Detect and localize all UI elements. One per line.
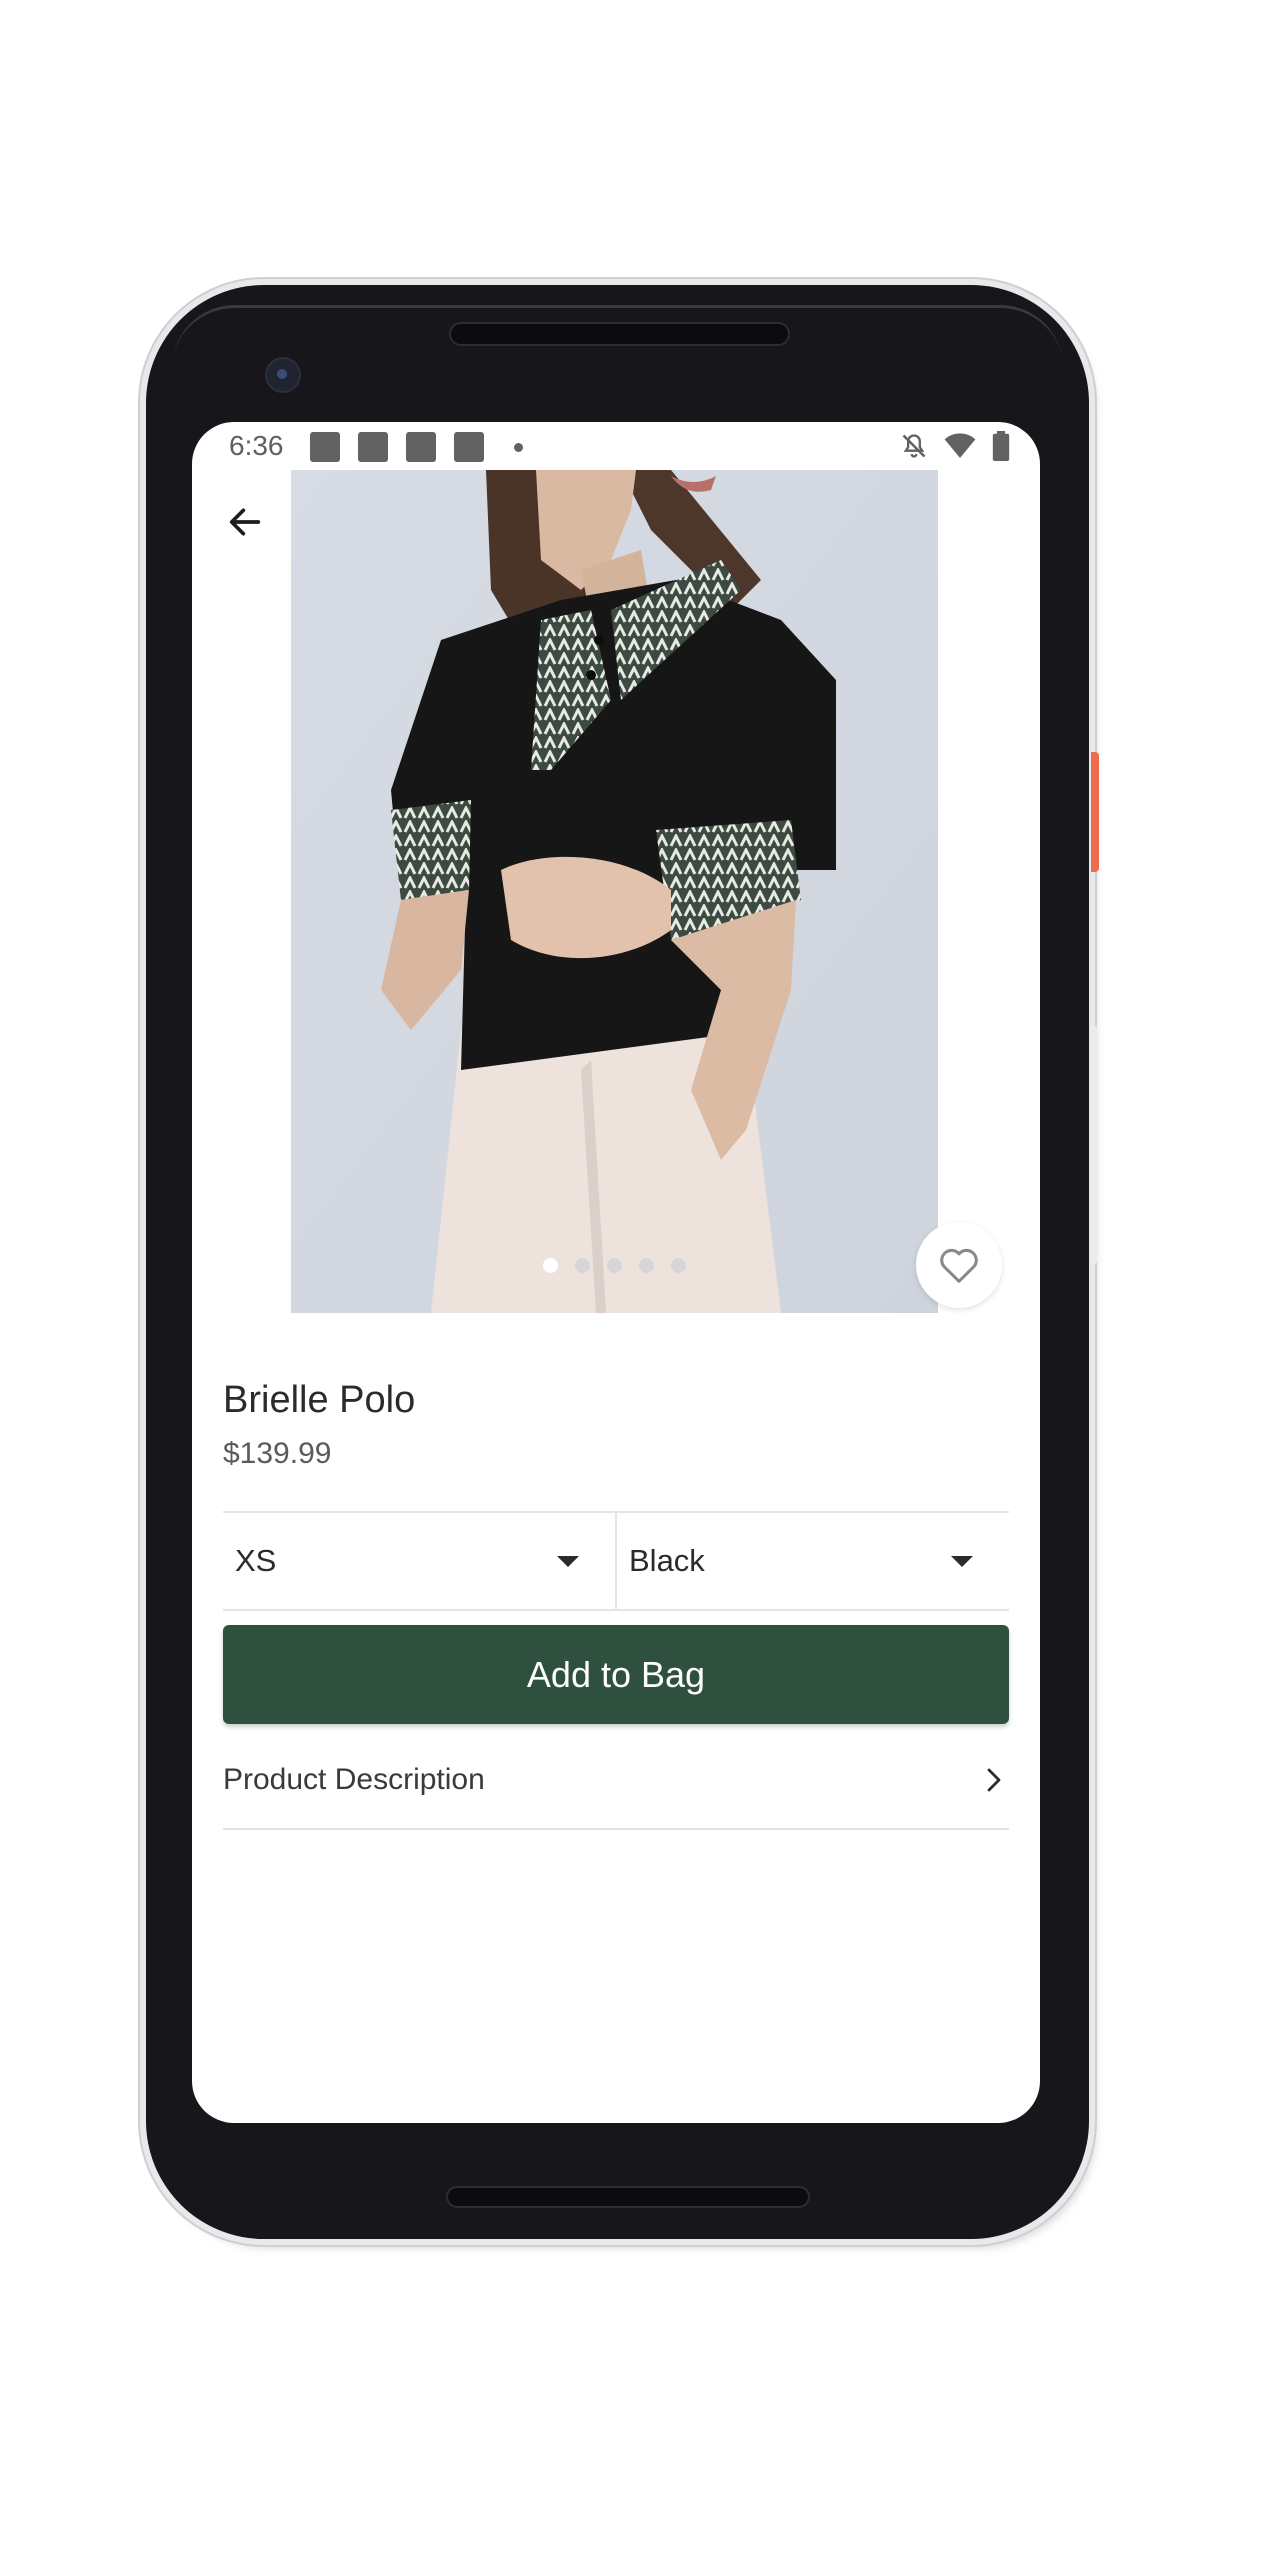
pager-dot[interactable] <box>575 1258 590 1273</box>
product-name: Brielle Polo <box>223 1379 416 1421</box>
front-camera <box>265 357 301 393</box>
status-time: 6:36 <box>229 430 284 461</box>
color-value: Black <box>629 1543 705 1578</box>
add-to-bag-button[interactable]: Add to Bag <box>223 1625 1009 1724</box>
pager-dot[interactable] <box>607 1258 622 1273</box>
dropdown-arrow-icon <box>951 1556 973 1567</box>
size-value: XS <box>235 1543 277 1578</box>
battery-icon <box>992 431 1010 461</box>
variant-selectors: XS Black <box>223 1511 1009 1611</box>
bottom-speaker <box>446 2186 810 2208</box>
power-button <box>1091 752 1099 872</box>
status-bar: 6:36 <box>192 422 1040 470</box>
wifi-icon <box>944 433 976 458</box>
chevron-right-icon <box>987 1768 1001 1792</box>
color-dropdown[interactable]: Black <box>615 1513 1009 1609</box>
product-price: $139.99 <box>223 1437 332 1470</box>
product-description-label: Product Description <box>223 1763 485 1796</box>
pager-dot[interactable] <box>671 1258 686 1273</box>
more-notifications-icon <box>514 443 523 452</box>
pager-dot[interactable] <box>543 1258 558 1273</box>
product-image[interactable] <box>291 470 938 1313</box>
notification-icon <box>358 432 388 462</box>
notification-icon <box>310 432 340 462</box>
image-pager[interactable] <box>291 1258 938 1273</box>
favorite-button[interactable] <box>916 1222 1002 1308</box>
volume-button <box>1091 1025 1097 1265</box>
notification-icon <box>406 432 436 462</box>
pager-dot[interactable] <box>639 1258 654 1273</box>
app-screen: 6:36 Brielle Polo $139.99 XS Black Add t… <box>192 422 1040 2123</box>
dropdown-arrow-icon <box>557 1556 579 1567</box>
back-button[interactable] <box>220 497 270 547</box>
heart-icon <box>940 1248 978 1283</box>
arrow-left-icon <box>229 508 261 536</box>
notification-icon <box>454 432 484 462</box>
top-speaker <box>449 322 790 346</box>
product-description-row[interactable]: Product Description <box>223 1732 1009 1830</box>
product-photo <box>291 470 938 1313</box>
status-icons <box>900 430 1010 462</box>
bell-off-icon <box>902 434 926 458</box>
size-dropdown[interactable]: XS <box>223 1513 615 1609</box>
